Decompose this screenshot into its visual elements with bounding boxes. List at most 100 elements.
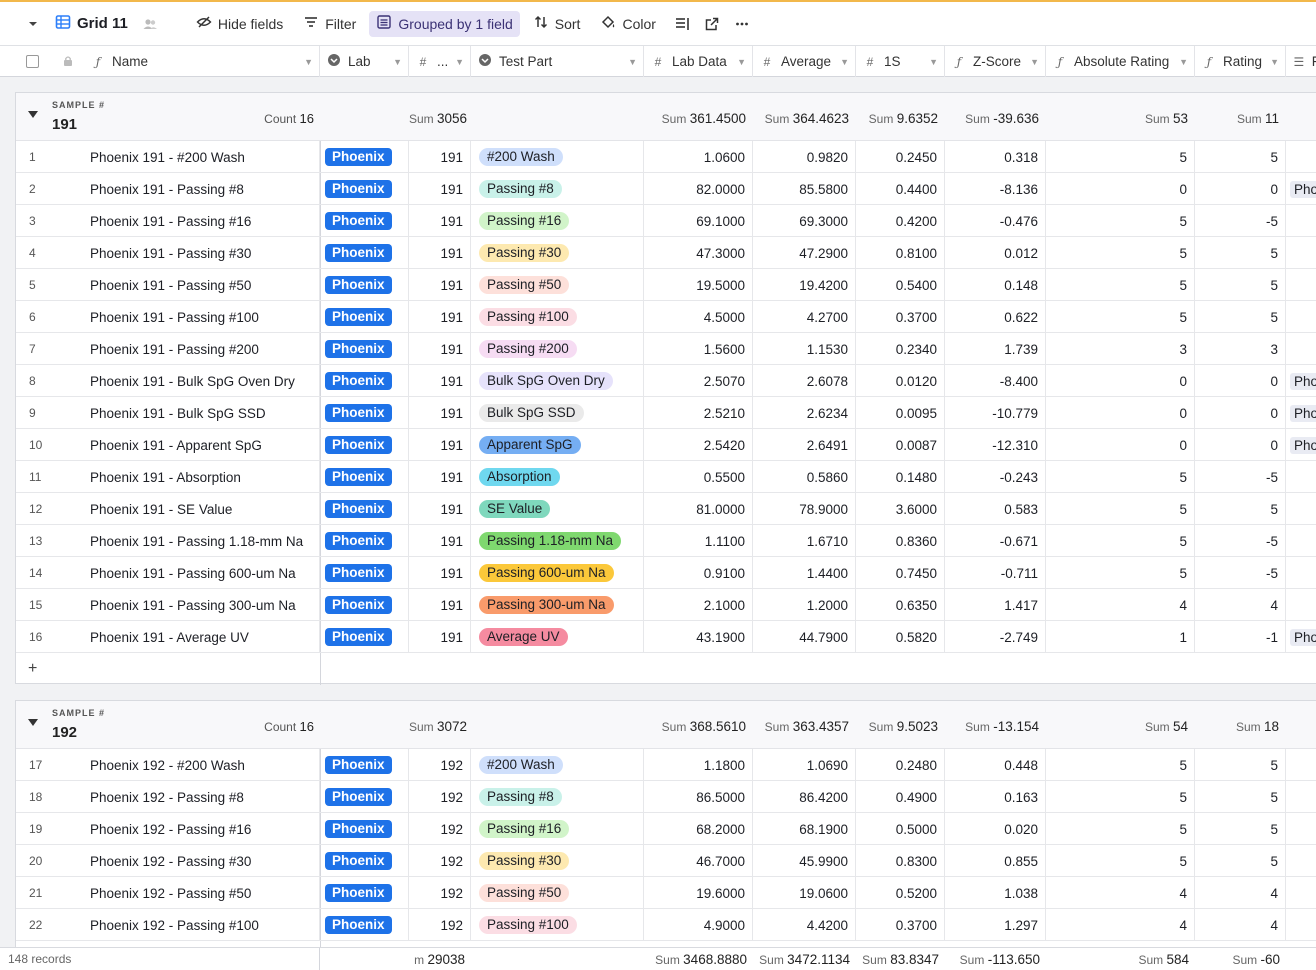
cell-lab-data[interactable]: 19.6000 bbox=[644, 877, 753, 909]
column-header-lab[interactable]: Lab ▼ bbox=[320, 46, 409, 77]
cell-z[interactable]: -12.310 bbox=[945, 429, 1046, 461]
table-row[interactable]: 8 Phoenix 191 - Bulk SpG Oven Dry Phoenix 1… bbox=[16, 365, 1316, 397]
column-header-absolute-rating[interactable]: ƒ Absolute Rating ▼ bbox=[1046, 46, 1195, 77]
test-part-cell[interactable]: Passing #50 bbox=[471, 877, 644, 909]
lab-cell[interactable]: Phoenix bbox=[320, 525, 409, 557]
cell-name[interactable]: Phoenix 191 - Passing #16 bbox=[85, 205, 320, 237]
cell-z[interactable]: 0.318 bbox=[945, 141, 1046, 173]
table-row[interactable]: 21 Phoenix 192 - Passing #50 Phoenix 192 Pas… bbox=[16, 877, 1316, 909]
column-header-partial[interactable]: ☰ F bbox=[1286, 46, 1316, 77]
cell-average[interactable]: 2.6491 bbox=[753, 429, 856, 461]
group-header[interactable]: SAMPLE # 192 Count 16 Sum 3072 Sum 368.5610 S… bbox=[16, 701, 1316, 749]
cell-z[interactable]: 1.417 bbox=[945, 589, 1046, 621]
cell-name[interactable]: Phoenix 191 - Apparent SpG bbox=[85, 429, 320, 461]
lab-cell[interactable]: Phoenix bbox=[320, 557, 409, 589]
table-row[interactable]: 15 Phoenix 191 - Passing 300-um Na Phoenix… bbox=[16, 589, 1316, 621]
group-sum-lab-data[interactable]: Sum 368.5610 bbox=[644, 719, 746, 734]
cell-average[interactable]: 47.2900 bbox=[753, 237, 856, 269]
table-row[interactable]: 14 Phoenix 191 - Passing 600-um Na Phoenix… bbox=[16, 557, 1316, 589]
partial-cell[interactable] bbox=[1286, 141, 1316, 173]
table-row[interactable]: 6 Phoenix 191 - Passing #100 Phoenix 191 Pas… bbox=[16, 301, 1316, 333]
cell-z[interactable]: 1.297 bbox=[945, 909, 1046, 941]
cell-one-s[interactable]: 0.7450 bbox=[856, 557, 945, 589]
cell-z[interactable]: -8.136 bbox=[945, 173, 1046, 205]
cell-abs[interactable]: 5 bbox=[1046, 205, 1195, 237]
cell-rating[interactable]: 5 bbox=[1195, 813, 1286, 845]
cell-one-s[interactable]: 0.8300 bbox=[856, 845, 945, 877]
cell-abs[interactable]: 5 bbox=[1046, 301, 1195, 333]
cell-lab-data[interactable]: 19.5000 bbox=[644, 269, 753, 301]
table-row[interactable]: 3 Phoenix 191 - Passing #16 Phoenix 191 Pass… bbox=[16, 205, 1316, 237]
filter-button[interactable]: Filter bbox=[296, 11, 363, 37]
cell-abs[interactable]: 5 bbox=[1046, 813, 1195, 845]
cell-one-s[interactable]: 0.8100 bbox=[856, 237, 945, 269]
cell-sample[interactable]: 191 bbox=[409, 461, 471, 493]
hide-fields-button[interactable]: Hide fields bbox=[189, 11, 290, 37]
collapse-group-icon[interactable] bbox=[28, 719, 38, 726]
row-height-icon[interactable] bbox=[667, 11, 697, 37]
table-row[interactable]: 11 Phoenix 191 - Absorption Phoenix 191 Abso… bbox=[16, 461, 1316, 493]
cell-average[interactable]: 86.4200 bbox=[753, 781, 856, 813]
cell-lab-data[interactable]: 0.5500 bbox=[644, 461, 753, 493]
chevron-down-icon[interactable]: ▼ bbox=[393, 57, 402, 67]
cell-rating[interactable]: 3 bbox=[1195, 333, 1286, 365]
add-record-button[interactable]: + bbox=[16, 653, 1316, 685]
cell-lab-data[interactable]: 82.0000 bbox=[644, 173, 753, 205]
cell-z[interactable]: 0.148 bbox=[945, 269, 1046, 301]
lab-cell[interactable]: Phoenix bbox=[320, 333, 409, 365]
cell-rating[interactable]: 5 bbox=[1195, 301, 1286, 333]
cell-lab-data[interactable]: 4.5000 bbox=[644, 301, 753, 333]
collapse-group-icon[interactable] bbox=[28, 111, 38, 118]
cell-sample[interactable]: 192 bbox=[409, 781, 471, 813]
cell-z[interactable]: 0.583 bbox=[945, 493, 1046, 525]
test-part-cell[interactable]: Absorption bbox=[471, 461, 644, 493]
cell-lab-data[interactable]: 69.1000 bbox=[644, 205, 753, 237]
cell-lab-data[interactable]: 43.1900 bbox=[644, 621, 753, 653]
partial-cell[interactable]: Pho bbox=[1286, 173, 1316, 205]
select-all-checkbox[interactable] bbox=[26, 55, 39, 68]
lab-cell[interactable]: Phoenix bbox=[320, 877, 409, 909]
cell-sample[interactable]: 191 bbox=[409, 589, 471, 621]
test-part-cell[interactable]: Passing #8 bbox=[471, 173, 644, 205]
cell-one-s[interactable]: 0.0095 bbox=[856, 397, 945, 429]
cell-sample[interactable]: 192 bbox=[409, 877, 471, 909]
cell-z[interactable]: -0.476 bbox=[945, 205, 1046, 237]
table-row[interactable]: 19 Phoenix 192 - Passing #16 Phoenix 192 Pas… bbox=[16, 813, 1316, 845]
cell-average[interactable]: 2.6234 bbox=[753, 397, 856, 429]
partial-cell[interactable] bbox=[1286, 205, 1316, 237]
cell-z[interactable]: 0.448 bbox=[945, 749, 1046, 781]
group-sum-one-s[interactable]: Sum 9.5023 bbox=[856, 719, 938, 734]
cell-average[interactable]: 1.2000 bbox=[753, 589, 856, 621]
footer-sum-lab-data[interactable]: Sum 3468.8880 bbox=[644, 952, 747, 967]
cell-name[interactable]: Phoenix 192 - Passing #30 bbox=[85, 845, 320, 877]
cell-rating[interactable]: 5 bbox=[1195, 237, 1286, 269]
lab-cell[interactable]: Phoenix bbox=[320, 749, 409, 781]
cell-average[interactable]: 1.4400 bbox=[753, 557, 856, 589]
cell-rating[interactable]: 5 bbox=[1195, 493, 1286, 525]
cell-rating[interactable]: -5 bbox=[1195, 461, 1286, 493]
table-row[interactable]: 1 Phoenix 191 - #200 Wash Phoenix 191 #200 W… bbox=[16, 141, 1316, 173]
cell-abs[interactable]: 5 bbox=[1046, 141, 1195, 173]
partial-cell[interactable] bbox=[1286, 493, 1316, 525]
footer-sum-average[interactable]: Sum 3472.1134 bbox=[753, 952, 850, 967]
cell-average[interactable]: 1.1530 bbox=[753, 333, 856, 365]
table-row[interactable]: 2 Phoenix 191 - Passing #8 Phoenix 191 Passi… bbox=[16, 173, 1316, 205]
footer-sum-sample[interactable]: m 29038 bbox=[409, 952, 465, 967]
cell-abs[interactable]: 5 bbox=[1046, 781, 1195, 813]
group-sum-z-score[interactable]: Sum -13.154 bbox=[945, 719, 1039, 734]
partial-cell[interactable]: Pho bbox=[1286, 365, 1316, 397]
share-view-icon[interactable] bbox=[697, 11, 727, 37]
cell-lab-data[interactable]: 81.0000 bbox=[644, 493, 753, 525]
lab-cell[interactable]: Phoenix bbox=[320, 909, 409, 941]
cell-average[interactable]: 85.5800 bbox=[753, 173, 856, 205]
cell-lab-data[interactable]: 1.0600 bbox=[644, 141, 753, 173]
cell-average[interactable]: 0.9820 bbox=[753, 141, 856, 173]
cell-average[interactable]: 68.1900 bbox=[753, 813, 856, 845]
cell-rating[interactable]: 5 bbox=[1195, 141, 1286, 173]
test-part-cell[interactable]: Bulk SpG Oven Dry bbox=[471, 365, 644, 397]
partial-cell[interactable]: Pho bbox=[1286, 621, 1316, 653]
partial-cell[interactable] bbox=[1286, 877, 1316, 909]
cell-one-s[interactable]: 3.6000 bbox=[856, 493, 945, 525]
cell-abs[interactable]: 0 bbox=[1046, 365, 1195, 397]
table-row[interactable]: 10 Phoenix 191 - Apparent SpG Phoenix 191 Ap… bbox=[16, 429, 1316, 461]
